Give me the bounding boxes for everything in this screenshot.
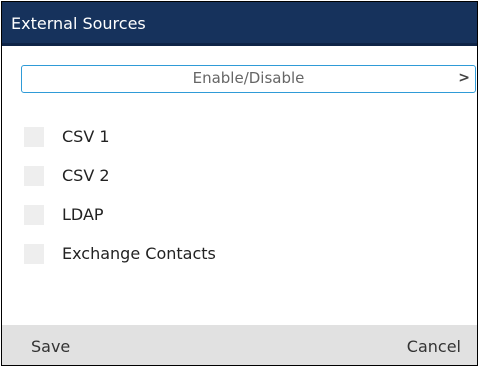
checkbox-csv-2[interactable] [24,166,44,186]
chevron-right-icon: > [458,70,470,86]
enable-disable-label: Enable/Disable [192,69,305,87]
softkey-bar: Save Cancel [2,325,477,365]
list-item-label: CSV 1 [62,127,110,146]
checkbox-csv-1[interactable] [24,127,44,147]
enable-disable-selector[interactable]: Enable/Disable > [21,65,476,93]
cancel-button[interactable]: Cancel [407,325,461,365]
list-item-label: CSV 2 [62,166,110,185]
external-sources-screen: External Sources Enable/Disable > CSV 1 … [1,1,478,366]
checkbox-exchange-contacts[interactable] [24,244,44,264]
page-title: External Sources [11,14,146,33]
list-item-label: LDAP [62,205,104,224]
title-underline [2,43,477,46]
list-item-label: Exchange Contacts [62,244,216,263]
checkbox-ldap[interactable] [24,205,44,225]
title-bar: External Sources [2,2,477,46]
save-button[interactable]: Save [31,325,70,365]
